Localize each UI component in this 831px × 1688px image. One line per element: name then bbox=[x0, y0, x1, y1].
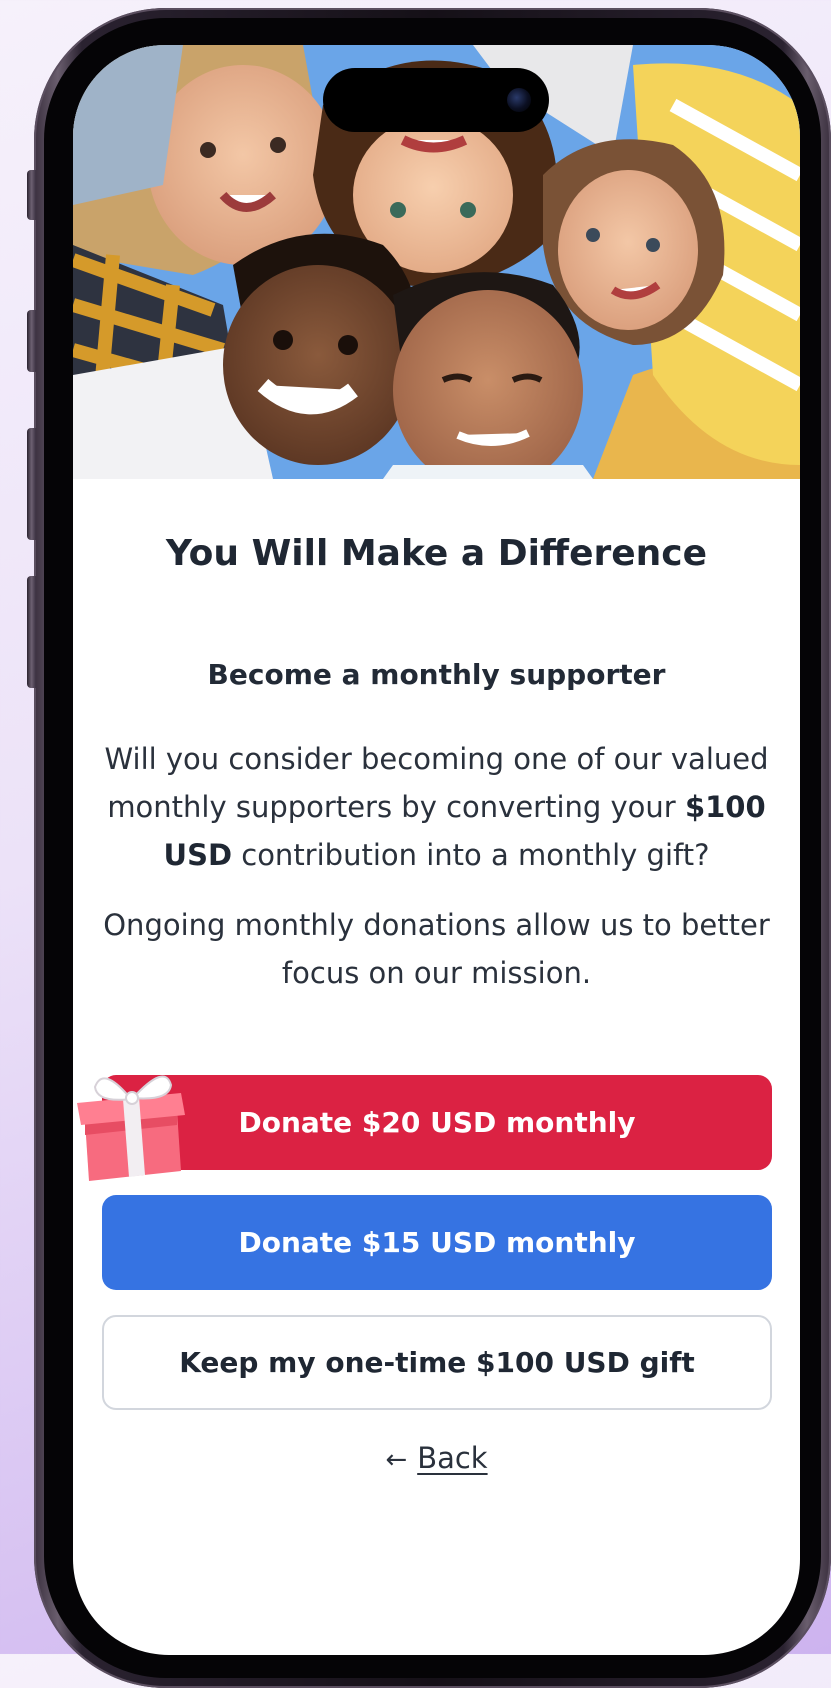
dynamic-island bbox=[323, 68, 549, 132]
mission-message: Ongoing monthly donations allow us to be… bbox=[103, 908, 770, 990]
gift-icon bbox=[77, 1075, 185, 1181]
volume-down-button bbox=[27, 428, 36, 540]
upsell-message: Will you consider becoming one of our va… bbox=[93, 735, 780, 879]
donate-20-monthly-button[interactable]: Donate $20 USD monthly bbox=[102, 1075, 772, 1170]
page-title: You Will Make a Difference bbox=[165, 533, 708, 574]
back-label[interactable]: Back bbox=[417, 1441, 487, 1475]
phone-screen: You Will Make a Difference Become a mont… bbox=[73, 45, 800, 1655]
upsell-message-lead: Will you consider becoming one of our va… bbox=[104, 742, 769, 824]
mute-switch bbox=[27, 576, 36, 688]
section-subheading: Become a monthly supporter bbox=[207, 658, 666, 691]
front-camera-icon bbox=[507, 88, 531, 112]
keep-one-time-gift-button[interactable]: Keep my one-time $100 USD gift bbox=[102, 1315, 772, 1410]
upsell-message-tail: contribution into a monthly gift? bbox=[232, 838, 710, 872]
donate-15-monthly-button[interactable]: Donate $15 USD monthly bbox=[102, 1195, 772, 1290]
back-link[interactable]: ← Back bbox=[73, 1441, 800, 1475]
hero-image bbox=[73, 45, 800, 479]
arrow-left-icon: ← bbox=[385, 1445, 408, 1475]
volume-up-button bbox=[27, 310, 36, 372]
action-button bbox=[27, 170, 36, 220]
